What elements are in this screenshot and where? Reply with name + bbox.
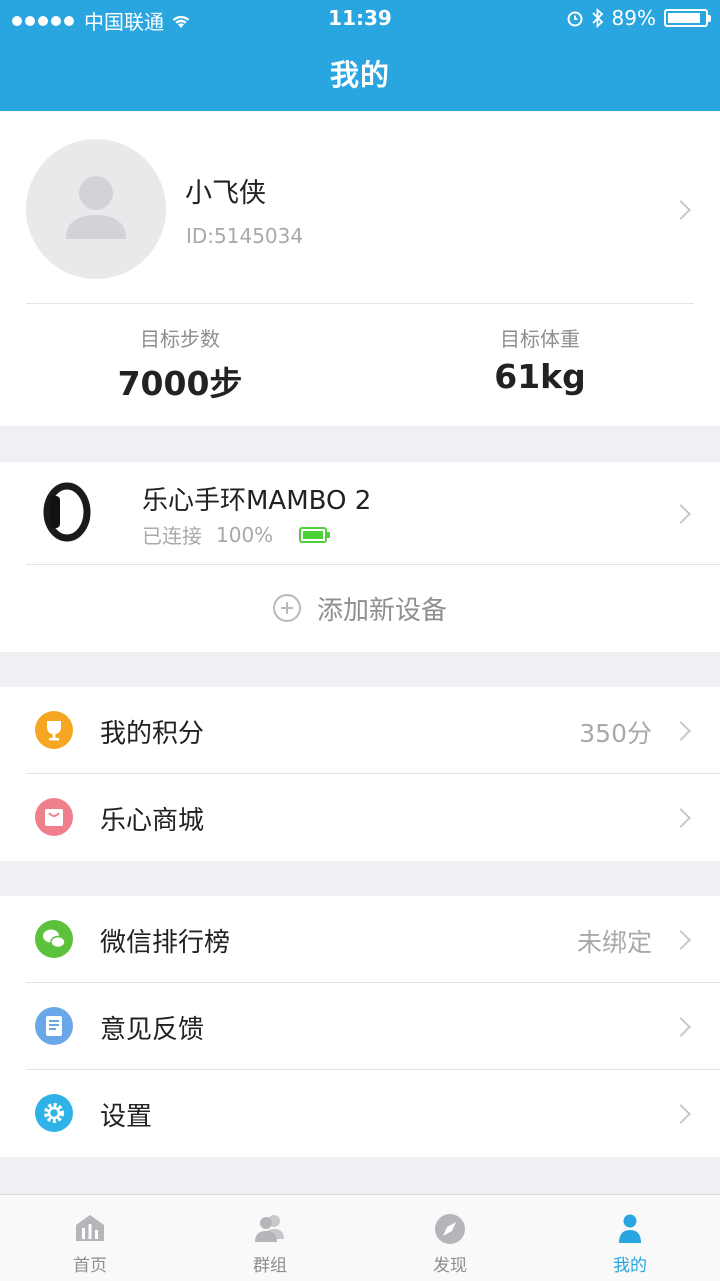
avatar[interactable] bbox=[26, 139, 166, 279]
add-device-label: 添加新设备 bbox=[316, 595, 447, 626]
menu-group-2: 微信排行榜 未绑定 意见反馈 设置 bbox=[0, 896, 720, 1157]
username: 小飞侠 bbox=[185, 178, 266, 209]
plus-circle-icon bbox=[272, 594, 301, 622]
wristband-icon bbox=[43, 482, 91, 542]
add-device-button[interactable]: 添加新设备 bbox=[0, 564, 720, 652]
device-card: 乐心手环MAMBO 2 已连接 100% 添加新设备 bbox=[0, 462, 720, 652]
device-name: 乐心手环MAMBO 2 bbox=[142, 486, 372, 516]
shopping-bag-icon bbox=[35, 798, 73, 836]
app-header: 中国联通 11:39 89% 我的 bbox=[0, 0, 720, 111]
settings-label: 设置 bbox=[100, 1102, 153, 1132]
points-label: 我的积分 bbox=[100, 719, 205, 749]
device-connection-status: 已连接 bbox=[142, 524, 202, 548]
chevron-right-icon[interactable] bbox=[671, 1017, 691, 1037]
battery-icon bbox=[664, 9, 711, 27]
chevron-right-icon[interactable] bbox=[671, 1104, 691, 1124]
device-battery-icon bbox=[299, 526, 331, 543]
status-bar: 中国联通 11:39 89% bbox=[0, 0, 720, 38]
target-weight-value: 61kg bbox=[494, 357, 586, 396]
chevron-right-icon[interactable] bbox=[671, 930, 691, 950]
home-chart-icon bbox=[76, 1215, 104, 1241]
tab-group[interactable]: 群组 bbox=[180, 1195, 360, 1281]
points-row[interactable]: 我的积分 350分 bbox=[0, 687, 720, 774]
tab-home-label: 首页 bbox=[73, 1256, 107, 1276]
divider bbox=[26, 303, 694, 304]
chevron-right-icon[interactable] bbox=[671, 721, 691, 741]
wechat-ranking-label: 微信排行榜 bbox=[100, 928, 231, 958]
default-avatar-icon bbox=[66, 176, 126, 239]
tab-me[interactable]: 我的 bbox=[540, 1195, 720, 1281]
wechat-ranking-value: 未绑定 bbox=[576, 928, 652, 957]
target-steps-value: 7000步 bbox=[117, 364, 243, 403]
trophy-icon bbox=[35, 711, 73, 749]
tab-bar: 首页 群组 发现 我的 bbox=[0, 1194, 720, 1281]
wechat-ranking-row[interactable]: 微信排行榜 未绑定 bbox=[0, 896, 720, 983]
tab-discover-label: 发现 bbox=[433, 1256, 467, 1276]
bluetooth-icon bbox=[591, 8, 603, 28]
chevron-right-icon[interactable] bbox=[671, 808, 691, 828]
group-icon bbox=[255, 1215, 284, 1242]
tab-home[interactable]: 首页 bbox=[0, 1195, 180, 1281]
profile-card[interactable]: 小飞侠 ID:5145034 目标步数 7000步 目标体重 61kg bbox=[0, 111, 720, 426]
tab-me-label: 我的 bbox=[613, 1256, 647, 1276]
menu-group-1: 我的积分 350分 乐心商城 bbox=[0, 687, 720, 861]
points-value: 350分 bbox=[579, 719, 652, 748]
chevron-right-icon[interactable] bbox=[671, 200, 691, 220]
gear-icon bbox=[35, 1094, 73, 1132]
tab-group-label: 群组 bbox=[253, 1256, 287, 1276]
device-row[interactable]: 乐心手环MAMBO 2 已连接 100% bbox=[0, 462, 720, 564]
user-id: ID:5145034 bbox=[186, 224, 304, 248]
device-status-line: 已连接 100% bbox=[142, 520, 331, 549]
feedback-icon bbox=[35, 1007, 73, 1045]
person-icon bbox=[619, 1214, 641, 1243]
alarm-clock-icon bbox=[567, 11, 583, 27]
feedback-label: 意见反馈 bbox=[100, 1015, 205, 1045]
page-title: 我的 bbox=[329, 58, 390, 92]
tab-discover[interactable]: 发现 bbox=[360, 1195, 540, 1281]
shop-row[interactable]: 乐心商城 bbox=[0, 774, 720, 861]
target-steps-label: 目标步数 bbox=[140, 327, 220, 351]
battery-percent: 89% bbox=[611, 6, 656, 30]
device-battery-percent: 100% bbox=[216, 522, 274, 547]
settings-row[interactable]: 设置 bbox=[0, 1070, 720, 1157]
compass-icon bbox=[435, 1214, 465, 1244]
chevron-right-icon[interactable] bbox=[671, 504, 691, 524]
wechat-icon bbox=[35, 920, 73, 958]
target-weight-label: 目标体重 bbox=[500, 327, 580, 351]
feedback-row[interactable]: 意见反馈 bbox=[0, 983, 720, 1070]
shop-label: 乐心商城 bbox=[100, 806, 205, 836]
